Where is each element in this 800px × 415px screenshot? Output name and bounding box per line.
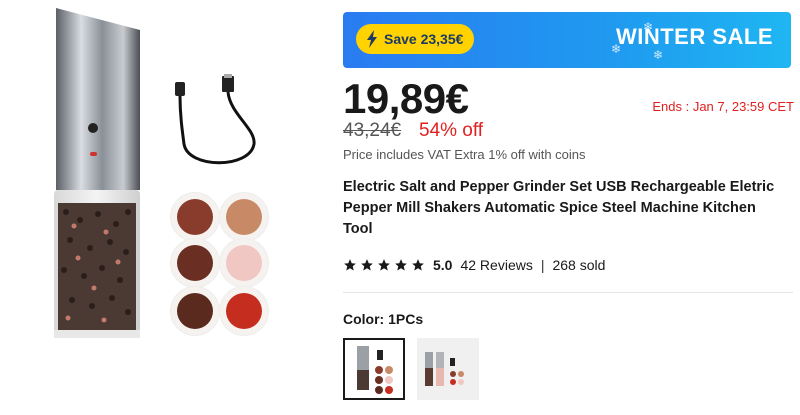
color-label-text: Color: <box>343 311 385 327</box>
rating-score: 5.0 <box>433 257 453 273</box>
swatch-thumbnail <box>425 352 464 386</box>
snowflake-icon: ❄ <box>653 48 664 62</box>
save-text: Save 23,35€ <box>384 31 464 47</box>
color-option-1pcs[interactable] <box>343 338 405 400</box>
rating-row: 5.0 42 Reviews | 268 sold <box>343 257 605 273</box>
product-title: Electric Salt and Pepper Grinder Set USB… <box>343 179 775 237</box>
winter-sale-banner[interactable]: Save 23,35€ ❄ ❄ ❄ WINTER SALE <box>343 12 791 68</box>
spice-bowl <box>219 286 269 336</box>
separator: | <box>540 257 545 273</box>
winter-sale-text: WINTER SALE <box>615 24 773 49</box>
sale-end-time: Ends : Jan 7, 23:59 CET <box>652 99 794 114</box>
reviews-link[interactable]: 42 Reviews <box>460 257 532 273</box>
star-icon <box>378 259 390 271</box>
color-option-2pcs[interactable] <box>417 338 479 400</box>
spice-bowl <box>219 192 269 242</box>
grinder-image <box>54 8 140 338</box>
price-note: Price includes VAT Extra 1% off with coi… <box>343 147 586 162</box>
star-icon <box>412 259 424 271</box>
original-price: 43,24€ <box>343 120 402 141</box>
star-rating <box>343 258 425 272</box>
star-icon <box>361 259 373 271</box>
sold-count: 268 sold <box>552 257 606 273</box>
save-badge: Save 23,35€ <box>356 24 474 54</box>
star-icon <box>344 259 356 271</box>
spice-bowl <box>219 238 269 288</box>
star-icon <box>395 259 407 271</box>
current-price: 19,89€ <box>343 75 469 122</box>
lightning-icon <box>367 30 377 48</box>
color-selected-value: 1PCs <box>388 311 424 327</box>
spice-bowl <box>170 286 220 336</box>
spice-bowl <box>170 192 220 242</box>
usb-cable-image <box>175 74 256 165</box>
swatch-thumbnail <box>357 346 393 394</box>
product-image[interactable] <box>0 0 318 415</box>
spice-bowl <box>170 238 220 288</box>
color-label: Color: 1PCs <box>343 311 423 327</box>
divider <box>343 292 793 293</box>
discount-percent: 54% off <box>419 120 484 141</box>
